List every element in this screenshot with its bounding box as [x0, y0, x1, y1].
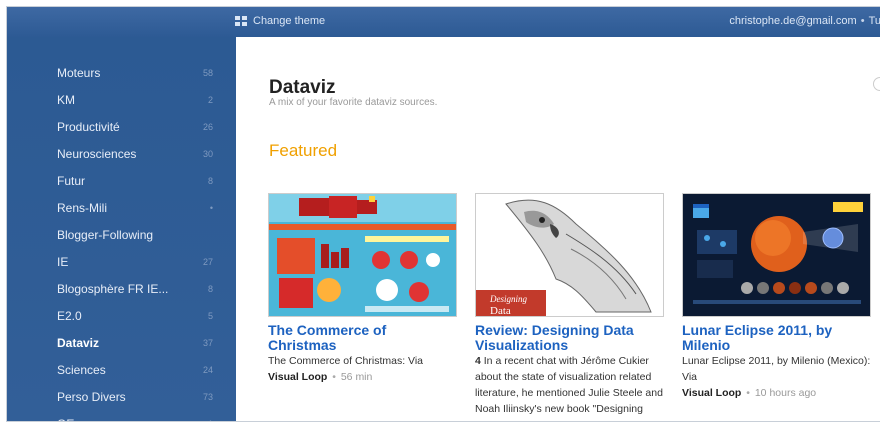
sidebar-item-oe[interactable]: OE 1: [17, 410, 229, 422]
sidebar-item-count: 30: [202, 148, 213, 159]
account-email[interactable]: christophe.de@gmail.com: [729, 15, 856, 27]
sidebar-item-label: Moteurs: [57, 65, 101, 80]
change-theme-label: Change theme: [253, 15, 326, 27]
separator-dot: •: [860, 15, 865, 27]
settings-circle-icon[interactable]: [873, 77, 880, 91]
sidebar-item-label: Rens-Mili: [57, 200, 108, 215]
sidebar-item-label: Dataviz: [57, 335, 100, 350]
card-title-link[interactable]: Lunar Eclipse 2011, by Milenio: [682, 323, 871, 353]
sidebar: Moteurs 58 KM 2 Productivité 26 Neurosci…: [7, 37, 236, 421]
sidebar-item-count: 24: [202, 364, 213, 375]
sidebar-item-futur[interactable]: Futur 8: [17, 167, 229, 194]
thumb-caption-2: Data: [490, 305, 511, 316]
top-bar: Change theme christophe.de@gmail.com • Tu: [7, 7, 880, 37]
card-source-link[interactable]: Visual Loop: [268, 371, 327, 383]
sidebar-item-label: Neurosciences: [57, 146, 137, 161]
card-meta: Visual Loop • 56 min: [268, 369, 457, 385]
change-theme-button[interactable]: Change theme: [235, 15, 325, 27]
sidebar-item-e20[interactable]: E2.0 5: [17, 302, 229, 329]
sidebar-item-count: 27: [202, 256, 213, 267]
sidebar-item-neurosciences[interactable]: Neurosciences 30: [17, 140, 229, 167]
sidebar-item-dataviz[interactable]: Dataviz 37: [17, 329, 229, 356]
page-subtitle: A mix of your favorite dataviz sources.: [269, 97, 438, 108]
sidebar-item-label: Blogger-Following: [57, 227, 154, 242]
featured-card-1: The Commerce of Christmas The Commerce o…: [268, 193, 457, 385]
sidebar-item-label: E2.0: [57, 308, 82, 323]
card-meta: Visual Loop • 10 hours ago: [682, 385, 871, 401]
card-title-link[interactable]: Review: Designing Data Visualizations: [475, 323, 664, 353]
sidebar-item-count: 8: [207, 283, 213, 294]
lunar-eclipse-infographic-icon: [683, 194, 870, 316]
christmas-infographic-thumbnail[interactable]: [268, 193, 457, 317]
card-description: 4 In a recent chat with Jérôme Cukier ab…: [475, 353, 664, 421]
card-description: The Commerce of Christmas: Via: [268, 355, 424, 367]
sidebar-item-count: 8: [207, 175, 213, 186]
sidebar-item-label: IE: [57, 254, 69, 269]
sidebar-item-moteurs[interactable]: Moteurs 58: [17, 59, 229, 86]
sidebar-item-rens-mili[interactable]: Rens-Mili •: [17, 194, 229, 221]
sidebar-item-blogosphere-fr-ie[interactable]: Blogosphère FR IE... 8: [17, 275, 229, 302]
account-extra-link[interactable]: Tu: [869, 15, 880, 27]
card-count: 4: [475, 355, 481, 367]
main-content: Dataviz A mix of your favorite dataviz s…: [236, 37, 880, 421]
featured-card-2: Designing Data Review: Designing Data Vi…: [475, 193, 664, 421]
meta-dot: •: [329, 371, 339, 383]
sidebar-item-label: OE: [17, 417, 74, 422]
card-description: Lunar Eclipse 2011, by Milenio (Mexico):…: [682, 355, 871, 383]
sidebar-item-label: Productivité: [57, 119, 120, 134]
lunar-eclipse-infographic-thumbnail[interactable]: [682, 193, 871, 317]
app-frame: Change theme christophe.de@gmail.com • Tu …: [6, 6, 880, 422]
sidebar-item-perso-divers[interactable]: Perso Divers 73: [17, 383, 229, 410]
sidebar-item-label: Sciences: [57, 362, 106, 377]
section-heading-featured: Featured: [269, 141, 338, 160]
sidebar-item-ie[interactable]: IE 27: [17, 248, 229, 275]
christmas-infographic-icon: [269, 194, 456, 316]
card-title-link[interactable]: The Commerce of Christmas: [268, 323, 457, 353]
card-time: 10 hours ago: [754, 387, 817, 399]
sidebar-item-count: •: [209, 202, 213, 213]
grid-icon: [235, 15, 247, 27]
sidebar-item-blogger-following[interactable]: Blogger-Following: [17, 221, 229, 248]
sidebar-item-label: Blogosphère FR IE...: [57, 281, 169, 296]
account-menu[interactable]: christophe.de@gmail.com • Tu: [729, 15, 880, 27]
sidebar-item-count: 1: [208, 419, 229, 422]
book-cover-parrot-icon: Designing Data: [476, 194, 663, 316]
sidebar-item-label: Futur: [57, 173, 86, 188]
sidebar-item-count: 58: [202, 67, 213, 78]
featured-card-3: Lunar Eclipse 2011, by Milenio Lunar Ecl…: [682, 193, 871, 401]
meta-dot: •: [743, 387, 753, 399]
sidebar-item-label: KM: [57, 92, 75, 107]
thumb-caption-1: Designing: [489, 294, 527, 304]
sidebar-item-count: 26: [202, 121, 213, 132]
sidebar-item-count: 5: [207, 310, 213, 321]
card-source-link[interactable]: Visual Loop: [682, 387, 741, 399]
sidebar-item-sciences[interactable]: Sciences 24: [17, 356, 229, 383]
sidebar-item-productivite[interactable]: Productivité 26: [17, 113, 229, 140]
sidebar-item-label: Perso Divers: [57, 389, 126, 404]
sidebar-item-count: 2: [207, 94, 213, 105]
sidebar-item-count: 37: [202, 337, 213, 348]
book-cover-parrot-thumbnail[interactable]: Designing Data: [475, 193, 664, 317]
page-title: Dataviz: [269, 77, 336, 98]
card-time: 56 min: [340, 371, 373, 383]
sidebar-item-count: 73: [202, 391, 213, 402]
sidebar-item-km[interactable]: KM 2: [17, 86, 229, 113]
card-desc-text: In a recent chat with Jérôme Cukier abou…: [475, 355, 663, 421]
